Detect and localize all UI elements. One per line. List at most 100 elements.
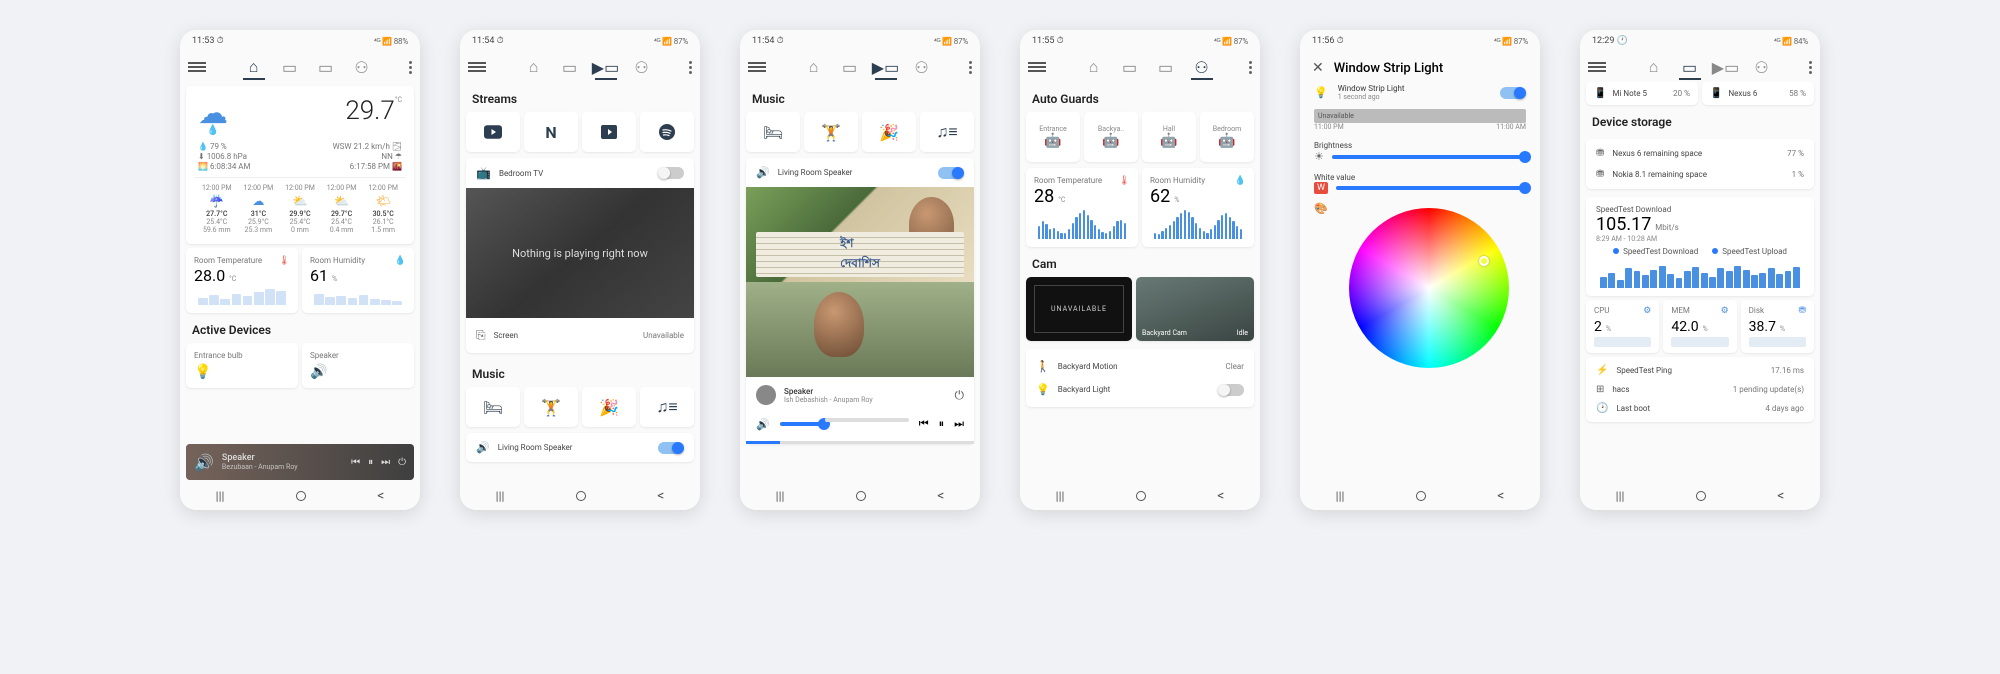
device-entrance-bulb[interactable]: Entrance bulb 💡 [186, 343, 298, 388]
tab-4[interactable]: ⚇ [913, 60, 931, 74]
menu-icon[interactable] [188, 62, 206, 72]
volume-icon[interactable]: 🔊 [756, 418, 770, 431]
menu-icon[interactable] [1588, 62, 1606, 72]
color-picker-handle[interactable] [1479, 256, 1489, 266]
room-humidity-card[interactable]: Room Humidity💧 62 % [1142, 168, 1254, 247]
tab-1[interactable]: ⌂ [1085, 60, 1103, 74]
room-hum-value: 61 [310, 266, 328, 285]
menu-icon[interactable] [748, 62, 766, 72]
tab-media[interactable]: ▶▭ [597, 60, 615, 74]
home-button[interactable] [1136, 491, 1146, 501]
scene-workout-button[interactable]: 🏋 [524, 387, 578, 427]
back-button[interactable]: < [937, 488, 944, 504]
cast-icon[interactable]: ⎘ [476, 328, 486, 343]
room-temp-card[interactable]: Room Temperature🌡 28.0 °C [186, 248, 298, 313]
recent-button[interactable]: ||| [496, 489, 505, 503]
tab-1[interactable]: ⌂ [525, 60, 543, 74]
tab-media[interactable]: ▶▭ [877, 60, 895, 74]
home-button[interactable] [1416, 491, 1426, 501]
tab-2[interactable]: ▭ [1121, 60, 1139, 74]
room-temp-card[interactable]: Room Temperature🌡 28 °C [1026, 168, 1138, 247]
home-button[interactable] [856, 491, 866, 501]
recent-button[interactable]: ||| [776, 489, 785, 503]
pause-icon[interactable]: ⏸ [939, 417, 945, 431]
tab-4[interactable]: ⚇ [1753, 60, 1771, 74]
home-button[interactable] [296, 491, 306, 501]
living-speaker-toggle[interactable] [658, 442, 684, 454]
brightness-slider[interactable] [1332, 155, 1526, 159]
overflow-icon[interactable] [689, 61, 692, 74]
menu-icon[interactable] [1028, 62, 1046, 72]
tab-3[interactable]: ▭ [1157, 60, 1175, 74]
recent-button[interactable]: ||| [1056, 489, 1065, 503]
guard-hall[interactable]: Hall🤖 [1142, 112, 1196, 162]
device-mi-note-5[interactable]: 📱 Mi Note 5 20 % [1586, 82, 1698, 105]
tab-2[interactable]: ▭ [561, 60, 579, 74]
guard-entrance[interactable]: Entrance🤖 [1026, 112, 1080, 162]
recent-button[interactable]: ||| [1336, 489, 1345, 503]
close-icon[interactable]: ✕ [1312, 60, 1324, 76]
recent-button[interactable]: ||| [216, 489, 225, 503]
home-button[interactable] [1696, 491, 1706, 501]
cpu-card[interactable]: CPU⚙ 2 % [1586, 300, 1659, 353]
device-speaker[interactable]: Speaker 🔊 [302, 343, 414, 388]
home-button[interactable] [576, 491, 586, 501]
overflow-icon[interactable] [969, 61, 972, 74]
back-button[interactable]: < [657, 488, 664, 504]
scene-party-button[interactable]: 🎉 [582, 387, 636, 427]
overflow-icon[interactable] [1809, 61, 1812, 74]
color-wheel[interactable] [1349, 208, 1509, 368]
disk-card[interactable]: Disk⛃ 38.7 % [1741, 300, 1814, 353]
scene-relax-button[interactable]: 🛏 [746, 112, 800, 152]
device-nexus-6[interactable]: 📱 Nexus 6 58 % [1702, 82, 1814, 105]
tab-home[interactable]: ⌂ [245, 60, 263, 74]
overflow-icon[interactable] [1249, 61, 1252, 74]
power-icon[interactable]: ⏻ [955, 388, 965, 403]
guard-bedroom[interactable]: Bedroom🤖 [1200, 112, 1254, 162]
netflix-button[interactable]: N [524, 112, 578, 152]
pause-icon[interactable]: ⏸ [368, 457, 373, 468]
tab-4[interactable]: ⚇ [633, 60, 651, 74]
scene-party-button[interactable]: 🎉 [862, 112, 916, 152]
guard-backyard[interactable]: Backya..🤖 [1084, 112, 1138, 162]
tab-1[interactable]: ⌂ [1645, 60, 1663, 74]
mem-card[interactable]: MEM⚙ 42.0 % [1663, 300, 1736, 353]
tab-1[interactable]: ⌂ [805, 60, 823, 74]
camera-1[interactable]: UNAVAILABLE [1026, 277, 1132, 341]
recent-button[interactable]: ||| [1616, 489, 1625, 503]
back-button[interactable]: < [1777, 488, 1784, 504]
tab-3[interactable]: ▶▭ [1717, 60, 1735, 74]
white-slider[interactable] [1336, 186, 1526, 190]
prev-icon[interactable]: ⏮ [919, 417, 929, 431]
entity-toggle[interactable] [1500, 87, 1526, 99]
scene-workout-button[interactable]: 🏋 [804, 112, 858, 152]
camera-2[interactable]: Backyard Cam Idle [1136, 277, 1254, 341]
back-button[interactable]: < [377, 488, 384, 504]
overflow-icon[interactable] [409, 61, 412, 74]
mini-player[interactable]: 🔊 Speaker Bezubaan - Anupam Roy ⏮ ⏸ ⏭ ⏻ [186, 444, 414, 480]
next-icon[interactable]: ⏭ [954, 417, 964, 431]
scene-playlist-button[interactable]: ♫≡ [640, 387, 694, 427]
spotify-button[interactable] [640, 112, 694, 152]
power-icon[interactable]: ⏻ [398, 457, 406, 468]
tab-system[interactable]: ▭ [1681, 60, 1699, 74]
menu-icon[interactable] [468, 62, 486, 72]
prev-icon[interactable]: ⏮ [351, 457, 360, 468]
back-button[interactable]: < [1497, 488, 1504, 504]
scene-relax-button[interactable]: 🛏 [466, 387, 520, 427]
tab-3[interactable]: ▭ [317, 60, 335, 74]
stream-app-button[interactable] [582, 112, 636, 152]
robot-icon: 🤖 [1044, 133, 1061, 149]
living-speaker-toggle[interactable] [938, 167, 964, 179]
tab-4[interactable]: ⚇ [353, 60, 371, 74]
light-toggle[interactable] [1218, 384, 1244, 396]
tab-security[interactable]: ⚇ [1193, 60, 1211, 74]
tab-2[interactable]: ▭ [281, 60, 299, 74]
back-button[interactable]: < [1217, 488, 1224, 504]
youtube-button[interactable] [466, 112, 520, 152]
bedroom-tv-toggle[interactable] [658, 167, 684, 179]
next-icon[interactable]: ⏭ [381, 457, 390, 468]
scene-playlist-button[interactable]: ♫≡ [920, 112, 974, 152]
room-humidity-card[interactable]: Room Humidity💧 61 % [302, 248, 414, 313]
tab-2[interactable]: ▭ [841, 60, 859, 74]
